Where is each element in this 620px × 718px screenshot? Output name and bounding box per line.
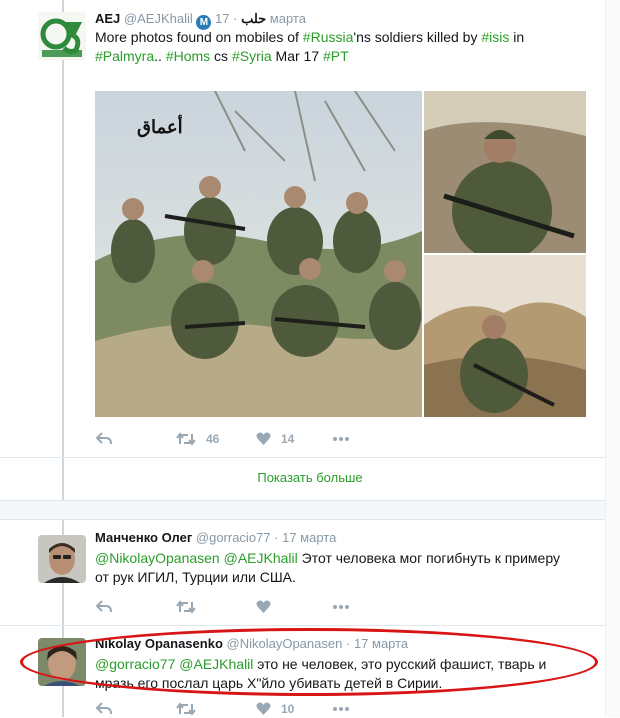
- tweet[interactable]: AEJ @AEJKhalil M حلب · 17 марта More pho…: [0, 0, 606, 460]
- like-button[interactable]: 10: [256, 700, 294, 718]
- user-handle[interactable]: @gorracio77: [196, 530, 271, 545]
- more-button[interactable]: [332, 598, 350, 616]
- retweet-icon: [176, 702, 196, 716]
- section-gap: [0, 500, 620, 520]
- tweet-link[interactable]: #isis: [481, 29, 509, 45]
- tweet-link[interactable]: #Russia: [303, 29, 354, 45]
- retweet-icon: [176, 432, 196, 446]
- tweet-photo-tertiary[interactable]: [424, 255, 586, 417]
- tweet-text: @NikolayOpanasen @AEJKhalil Этот человек…: [95, 549, 565, 587]
- tweet-text-segment: Mar 17: [271, 48, 323, 64]
- avatar[interactable]: [38, 12, 86, 60]
- reply-button[interactable]: [96, 700, 112, 718]
- tweet-link[interactable]: #Palmyra: [95, 48, 154, 64]
- separator-dot: ·: [233, 11, 238, 26]
- tweet-text: More photos found on mobiles of #Russia'…: [95, 28, 565, 66]
- photo-watermark: أعماق: [137, 115, 183, 138]
- like-button[interactable]: [256, 598, 271, 616]
- display-name[interactable]: Манченко Олег: [95, 530, 192, 545]
- tweet-text-segment: 'ns soldiers killed by: [353, 29, 482, 45]
- tweet-text-segment: in: [509, 29, 525, 45]
- reply-button[interactable]: [96, 598, 112, 616]
- tweet-text-segment: cs: [210, 48, 232, 64]
- tweet-link[interactable]: @NikolayOpanasen: [95, 550, 220, 566]
- divider: [0, 457, 620, 458]
- tweet-text-segment: More photos found on mobiles of: [95, 29, 303, 45]
- like-count: 10: [281, 702, 295, 716]
- tweet-link[interactable]: @AEJKhalil: [224, 550, 298, 566]
- more-dots-icon: [333, 437, 349, 441]
- tweet-photo-secondary[interactable]: [424, 91, 586, 253]
- more-dots-icon: [333, 707, 349, 711]
- tweet-link[interactable]: #PT: [323, 48, 349, 64]
- display-name[interactable]: AEJ: [95, 11, 120, 26]
- avatar[interactable]: [38, 535, 86, 583]
- heart-icon: [256, 432, 271, 445]
- retweet-button[interactable]: [176, 598, 196, 616]
- tweet-photo-group[interactable]: أعماق: [95, 91, 422, 417]
- scrollbar[interactable]: [605, 0, 620, 717]
- reply-icon: [96, 702, 112, 715]
- arabic-name: حلب: [241, 11, 267, 26]
- like-button[interactable]: 14: [256, 430, 294, 448]
- tweet-date[interactable]: 17 марта: [282, 530, 336, 545]
- heart-icon: [256, 702, 271, 715]
- retweet-button[interactable]: [176, 700, 196, 718]
- heart-icon: [256, 600, 271, 613]
- tweet-link[interactable]: #Syria: [232, 48, 272, 64]
- retweet-button[interactable]: 46: [176, 430, 219, 448]
- like-count: 14: [281, 432, 295, 446]
- reply-icon: [96, 600, 112, 613]
- reply-icon: [96, 432, 112, 445]
- show-more-link[interactable]: Показать больше: [0, 470, 620, 485]
- retweet-icon: [176, 600, 196, 614]
- highlight-ellipse: [20, 628, 598, 696]
- more-button[interactable]: [332, 430, 350, 448]
- user-handle[interactable]: @AEJKhalil: [124, 11, 193, 26]
- tweet-text-segment: ..: [154, 48, 166, 64]
- reply-button[interactable]: [96, 430, 112, 448]
- tweet-link[interactable]: #Homs: [166, 48, 210, 64]
- more-dots-icon: [333, 605, 349, 609]
- more-button[interactable]: [332, 700, 350, 718]
- tweet-header: Манченко Олег @gorracio77 · 17 марта: [95, 530, 336, 545]
- tweet[interactable]: Манченко Олег @gorracio77 · 17 марта @Ni…: [0, 519, 606, 627]
- retweet-count: 46: [206, 432, 220, 446]
- separator-dot: ·: [274, 530, 279, 545]
